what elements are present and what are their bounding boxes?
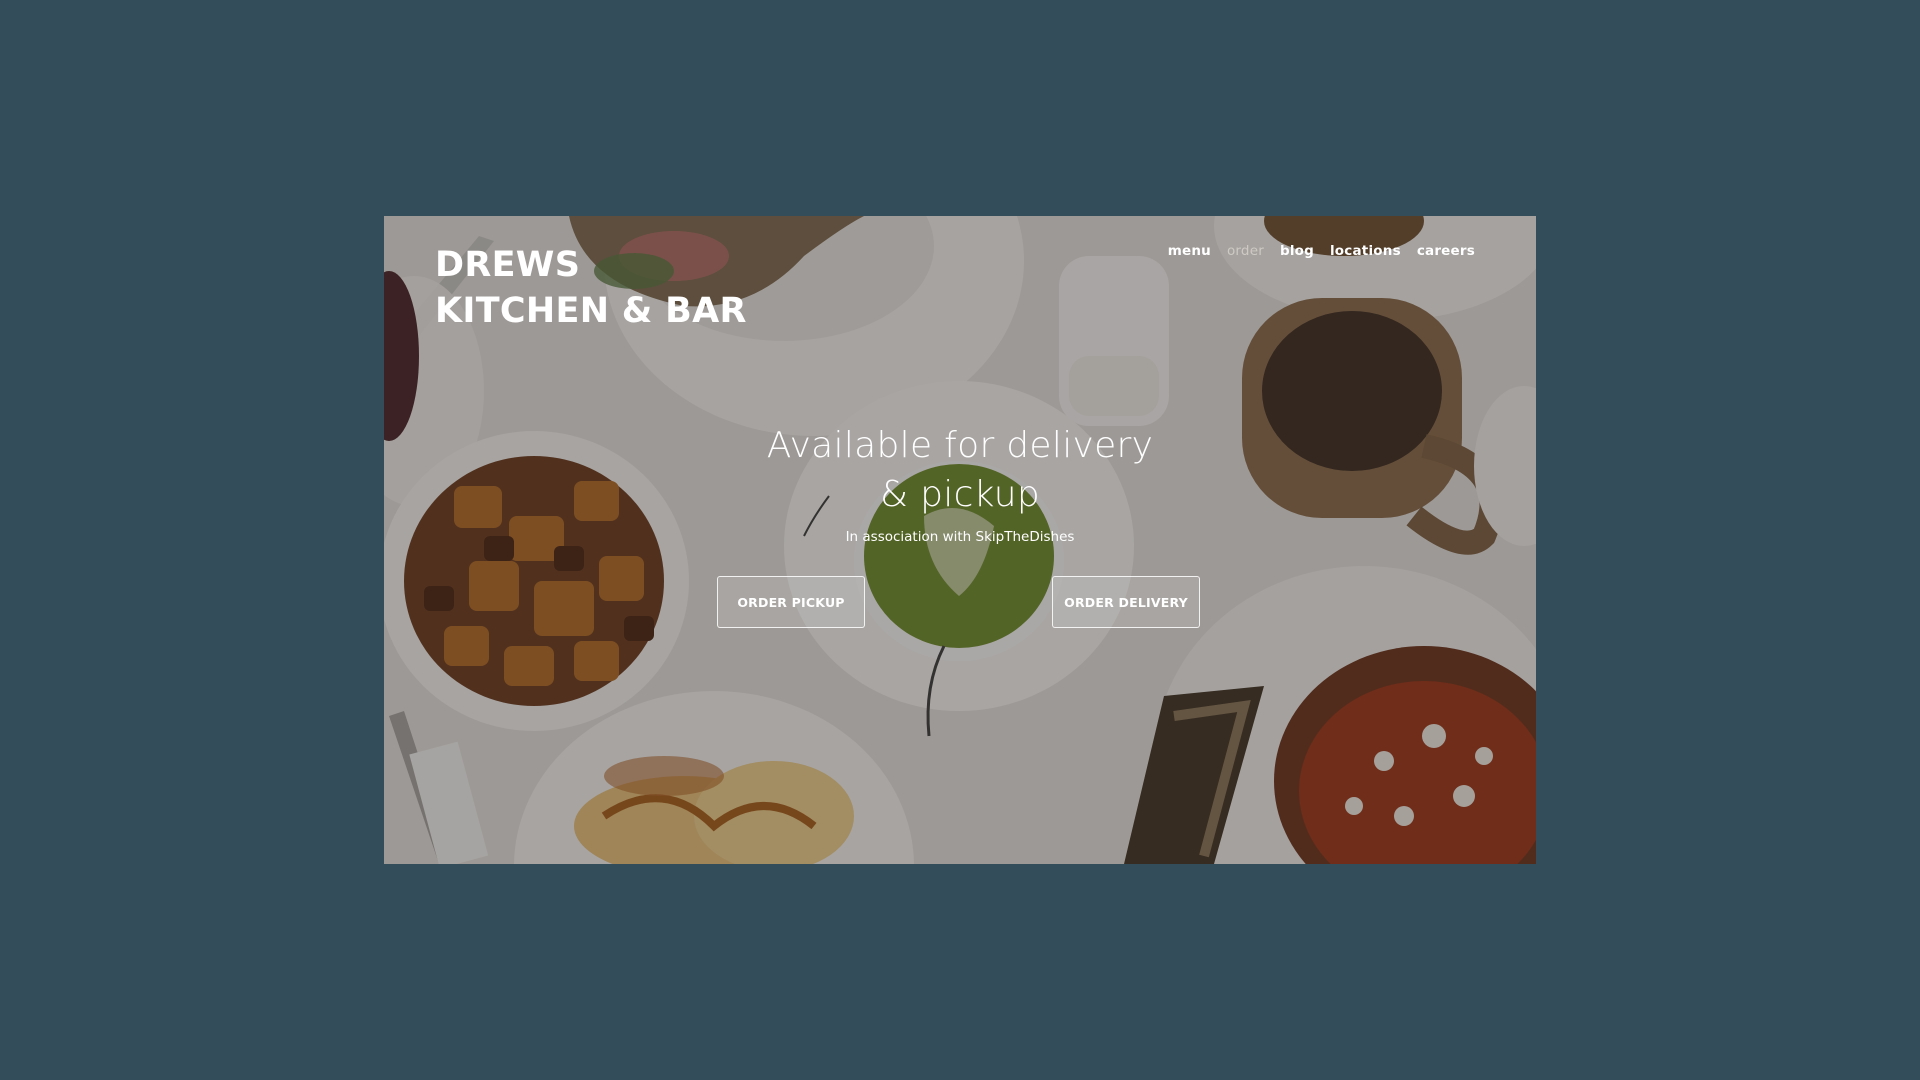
nav-item-careers[interactable]: careers: [1417, 243, 1475, 259]
hero-subtitle: In association with SkipTheDishes: [845, 529, 1075, 545]
hero-section: Available for delivery & pickup In assoc…: [384, 421, 1536, 545]
hero-title-line-1: Available for delivery: [766, 425, 1154, 466]
order-pickup-button[interactable]: ORDER PICKUP: [717, 576, 865, 628]
brand-line-1: DREWS: [435, 245, 581, 285]
nav-item-blog[interactable]: blog: [1280, 243, 1314, 259]
website-preview-frame: DREWS KITCHEN & BAR menu order blog loca…: [384, 216, 1536, 864]
nav-item-locations[interactable]: locations: [1330, 243, 1401, 259]
main-navigation: menu order blog locations careers: [1168, 243, 1475, 259]
nav-item-order[interactable]: order: [1227, 243, 1264, 259]
order-delivery-button[interactable]: ORDER DELIVERY: [1052, 576, 1200, 628]
brand-line-2: KITCHEN & BAR: [435, 291, 747, 331]
brand-logo[interactable]: DREWS KITCHEN & BAR: [435, 242, 747, 334]
hero-title: Available for delivery & pickup: [384, 421, 1536, 519]
nav-item-menu[interactable]: menu: [1168, 243, 1211, 259]
hero-title-line-2: & pickup: [880, 474, 1040, 515]
